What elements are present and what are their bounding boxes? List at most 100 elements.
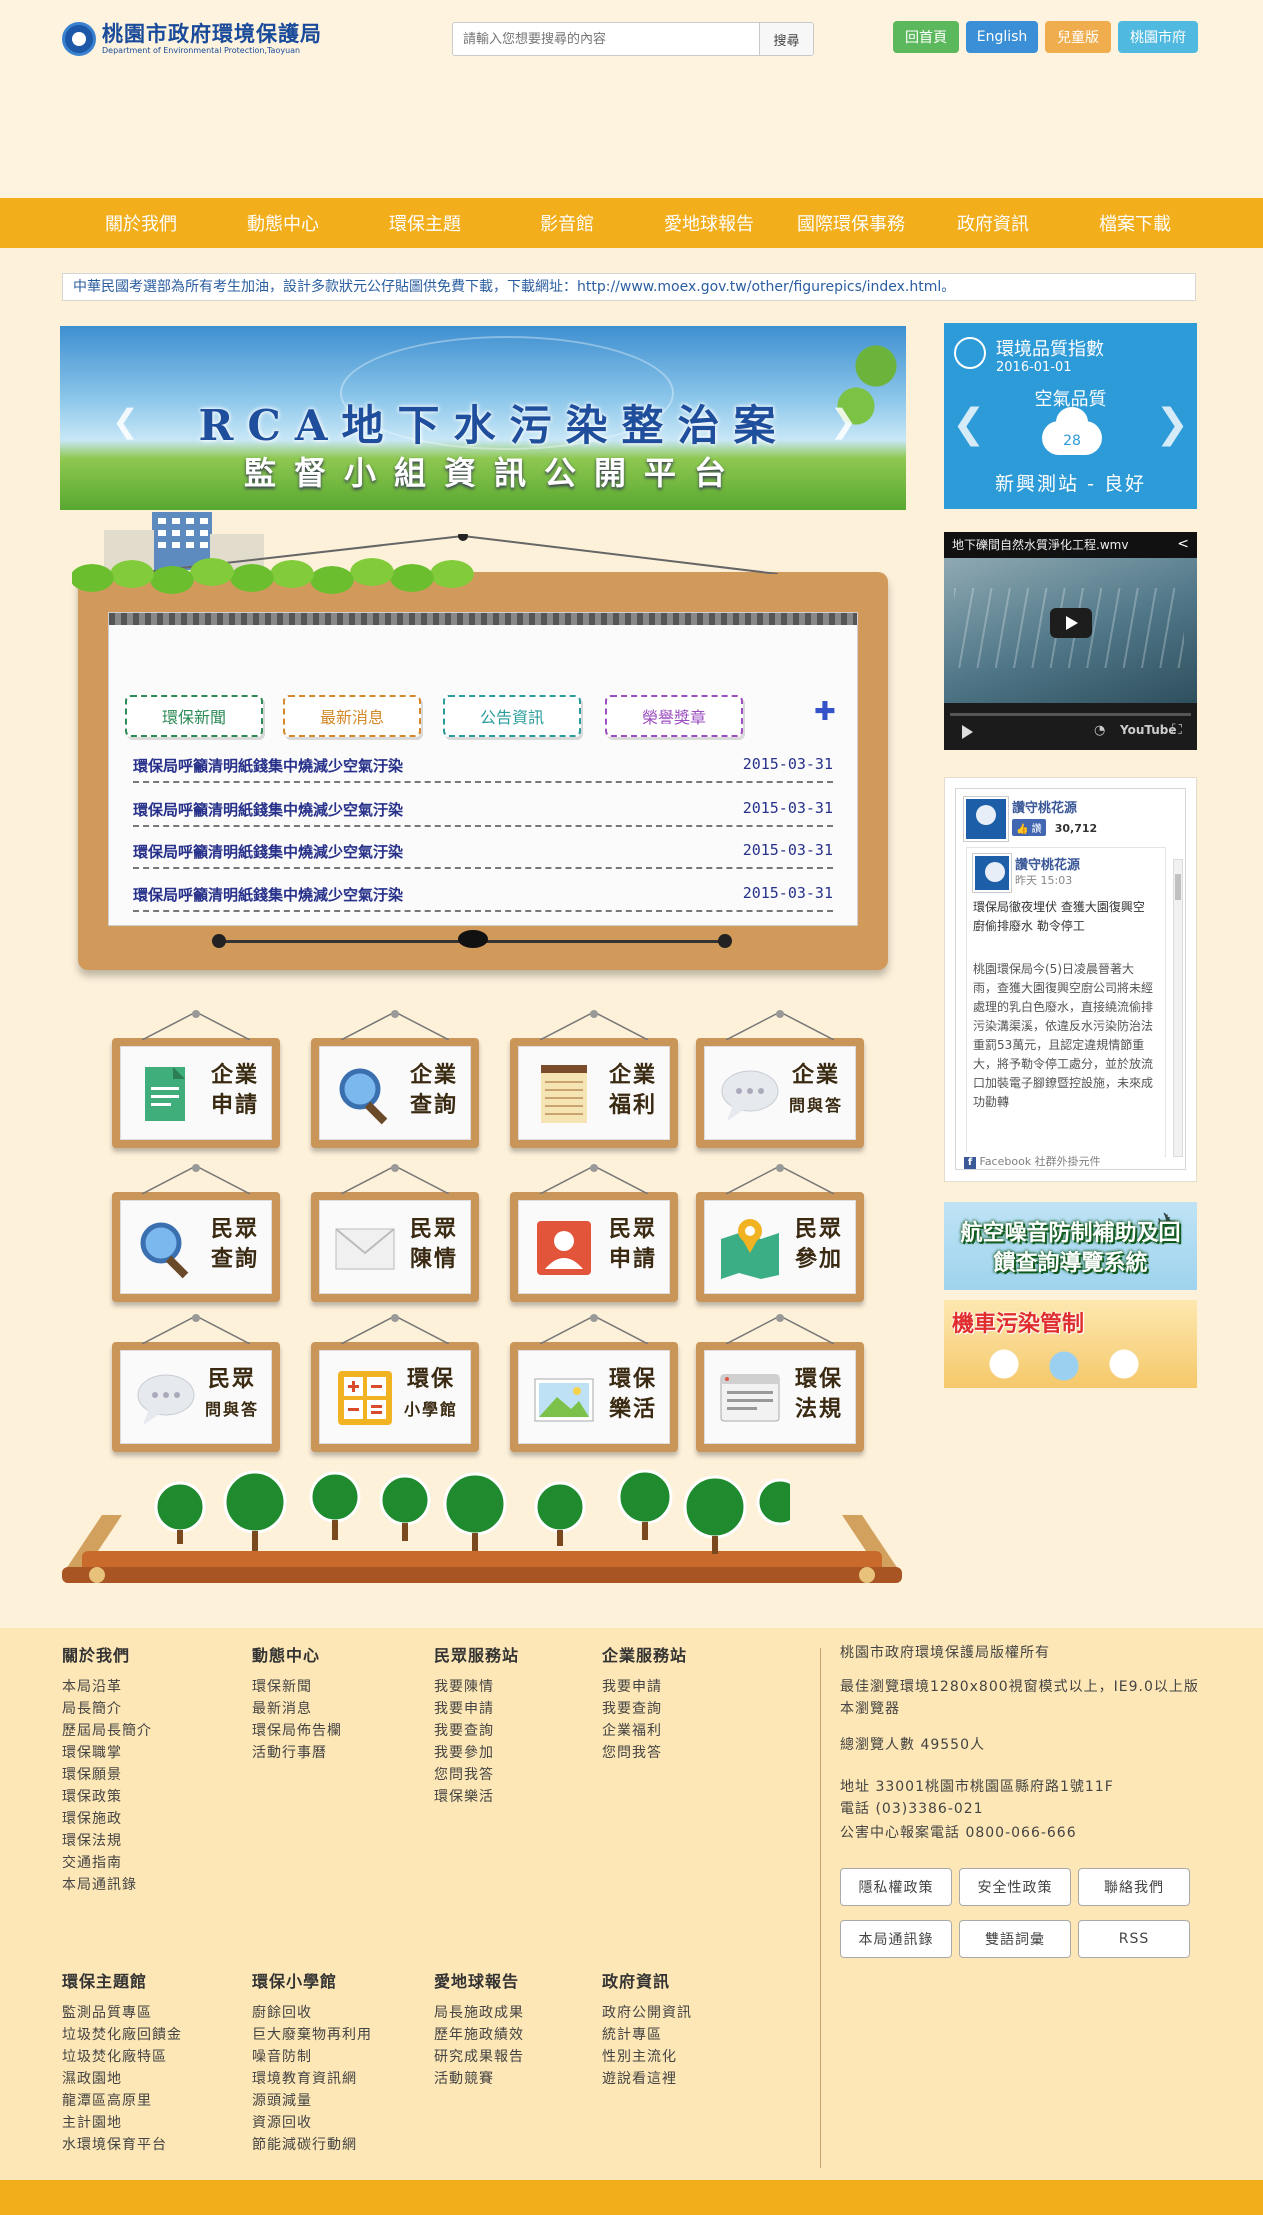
service-tile[interactable]: 企業 福利 [510, 1010, 678, 1148]
directory-button[interactable]: 本局通訊錄 [840, 1920, 952, 1958]
service-tile[interactable]: 民眾 問與答 [112, 1314, 280, 1452]
footer-link[interactable]: 您問我答 [434, 1764, 494, 1784]
footer-link[interactable]: 局長施政成果 [434, 2002, 524, 2022]
news-title[interactable]: 環保局呼籲清明紙錢集中燒減少空氣汙染 [133, 755, 403, 776]
footer-link[interactable]: 噪音防制 [252, 2046, 312, 2066]
nav-about[interactable]: 關於我們 [70, 198, 212, 248]
slider-dot-icon[interactable] [212, 934, 226, 948]
kids-version-button[interactable]: 兒童版 [1045, 21, 1111, 53]
footer-link[interactable]: 濕政園地 [62, 2068, 122, 2088]
news-item[interactable]: 環保局呼籲清明紙錢集中燒減少空氣汙染 2015-03-31 [133, 882, 833, 912]
service-tile[interactable]: 企業 問與答 [696, 1010, 864, 1148]
announcement-marquee[interactable]: 中華民國考選部為所有考生加油，設計多款狀元公仔貼圖供免費下載，下載網址：http… [62, 273, 1196, 301]
aqi-next-icon[interactable]: ❯ [1155, 401, 1189, 447]
bilingual-glossary-button[interactable]: 雙語詞彙 [959, 1920, 1071, 1958]
control-play-icon[interactable] [962, 725, 973, 739]
footer-link[interactable]: 垃圾焚化廠回饋金 [62, 2024, 182, 2044]
main-banner[interactable]: ❮ ❯ RCA地下水污染整治案 監督小組資訊公開平台 [60, 326, 906, 510]
footer-link[interactable]: 水環境保育平台 [62, 2134, 167, 2154]
fb-like-button[interactable]: 👍 讚 [1012, 819, 1046, 836]
news-item[interactable]: 環保局呼籲清明紙錢集中燒減少空氣汙染 2015-03-31 [133, 839, 833, 869]
service-tile[interactable]: 民眾 查詢 [112, 1164, 280, 1302]
slider-dot-icon[interactable] [718, 934, 732, 948]
footer-link[interactable]: 性別主流化 [602, 2046, 677, 2066]
footer-link[interactable]: 遊說看這裡 [602, 2068, 677, 2088]
service-tile[interactable]: 環保 樂活 [510, 1314, 678, 1452]
footer-link[interactable]: 環保政策 [62, 1786, 122, 1806]
fb-page-name[interactable]: 讚守桃花源 [1012, 797, 1077, 816]
aqi-prev-icon[interactable]: ❮ [952, 401, 986, 447]
footer-link[interactable]: 監測品質專區 [62, 2002, 152, 2022]
news-title[interactable]: 環保局呼籲清明紙錢集中燒減少空氣汙染 [133, 841, 403, 862]
motorcycle-pollution-ad[interactable]: 機車污染管制 [944, 1300, 1197, 1388]
fb-post-author[interactable]: 讚守桃花源 [1015, 854, 1080, 873]
footer-link[interactable]: 交通指南 [62, 1852, 122, 1872]
more-plus-icon[interactable]: ✚ [814, 699, 836, 725]
slider-handle-icon[interactable] [458, 930, 488, 948]
service-tile[interactable]: 企業 查詢 [311, 1010, 479, 1148]
share-icon[interactable]: < [1177, 536, 1189, 552]
footer-link[interactable]: 環保職掌 [62, 1742, 122, 1762]
site-logo[interactable]: 桃園市政府環境保護局 Department of Environmental P… [62, 18, 332, 60]
footer-link[interactable]: 廚餘回收 [252, 2002, 312, 2022]
footer-link[interactable]: 最新消息 [252, 1698, 312, 1718]
footer-link[interactable]: 本局沿革 [62, 1676, 122, 1696]
footer-link[interactable]: 環保願景 [62, 1764, 122, 1784]
footer-link[interactable]: 您問我答 [602, 1742, 662, 1762]
security-policy-button[interactable]: 安全性政策 [959, 1868, 1071, 1906]
english-link-button[interactable]: English [966, 21, 1038, 53]
footer-link[interactable]: 統計專區 [602, 2024, 662, 2044]
rss-button[interactable]: RSS [1078, 1920, 1190, 1958]
tab-honors[interactable]: 榮譽獎章 [605, 695, 743, 737]
footer-link[interactable]: 企業福利 [602, 1720, 662, 1740]
footer-link[interactable]: 歷年施政績效 [434, 2024, 524, 2044]
footer-link[interactable]: 活動行事曆 [252, 1742, 327, 1762]
nav-gov-info[interactable]: 政府資訊 [922, 198, 1064, 248]
news-title[interactable]: 環保局呼籲清明紙錢集中燒減少空氣汙染 [133, 884, 403, 905]
footer-link[interactable]: 研究成果報告 [434, 2046, 524, 2066]
nav-international[interactable]: 國際環保事務 [780, 198, 922, 248]
search-button[interactable]: 搜尋 [759, 23, 813, 55]
fullscreen-icon[interactable]: ⛶ [1172, 722, 1182, 738]
footer-link[interactable]: 政府公開資訊 [602, 2002, 692, 2022]
tab-env-news[interactable]: 環保新聞 [125, 695, 263, 737]
service-tile[interactable]: 企業 申請 [112, 1010, 280, 1148]
contact-us-button[interactable]: 聯絡我們 [1078, 1868, 1190, 1906]
video-player[interactable]: 地下礫間自然水質淨化工程.wmv < ◔ YouTube ⛶ [944, 532, 1197, 750]
fb-footer[interactable]: f Facebook 社群外掛元件 [964, 1153, 1164, 1169]
news-item[interactable]: 環保局呼籲清明紙錢集中燒減少空氣汙染 2015-03-31 [133, 753, 833, 783]
footer-link[interactable]: 環境教育資訊網 [252, 2068, 357, 2088]
footer-link[interactable]: 我要查詢 [434, 1720, 494, 1740]
footer-link[interactable]: 龍潭區高原里 [62, 2090, 152, 2110]
footer-link[interactable]: 我要陳情 [434, 1676, 494, 1696]
service-tile[interactable]: 環保 法規 [696, 1314, 864, 1452]
footer-link[interactable]: 節能減碳行動網 [252, 2134, 357, 2154]
footer-link[interactable]: 我要參加 [434, 1742, 494, 1762]
aviation-noise-ad[interactable]: ✈ 航空噪音防制補助及回饋查詢導覽系統 [944, 1202, 1197, 1290]
tab-latest-news[interactable]: 最新消息 [283, 695, 421, 737]
tab-announcements[interactable]: 公告資訊 [443, 695, 581, 737]
video-progress-bar[interactable] [950, 713, 1191, 716]
footer-link[interactable]: 環保施政 [62, 1808, 122, 1828]
service-tile[interactable]: 環保 小學館 [311, 1314, 479, 1452]
footer-link[interactable]: 局長簡介 [62, 1698, 122, 1718]
fb-scrollbar[interactable] [1173, 859, 1183, 1157]
watch-later-icon[interactable]: ◔ [1094, 723, 1105, 738]
footer-link[interactable]: 環保樂活 [434, 1786, 494, 1806]
nav-earth-report[interactable]: 愛地球報告 [638, 198, 780, 248]
nav-news-center[interactable]: 動態中心 [212, 198, 354, 248]
city-government-button[interactable]: 桃園市府 [1118, 21, 1198, 53]
news-item[interactable]: 環保局呼籲清明紙錢集中燒減少空氣汙染 2015-03-31 [133, 797, 833, 827]
service-tile[interactable]: 民眾 參加 [696, 1164, 864, 1302]
youtube-logo-icon[interactable]: YouTube [1120, 723, 1177, 737]
footer-link[interactable]: 歷屆局長簡介 [62, 1720, 152, 1740]
nav-env-topics[interactable]: 環保主題 [354, 198, 496, 248]
footer-link[interactable]: 垃圾焚化廠特區 [62, 2046, 167, 2066]
footer-link[interactable]: 我要查詢 [602, 1698, 662, 1718]
footer-link[interactable]: 我要申請 [602, 1676, 662, 1696]
search-input[interactable] [453, 23, 759, 55]
footer-link[interactable]: 資源回收 [252, 2112, 312, 2132]
footer-link[interactable]: 環保局佈告欄 [252, 1720, 342, 1740]
footer-link[interactable]: 環保法規 [62, 1830, 122, 1850]
play-icon[interactable] [1050, 608, 1092, 638]
